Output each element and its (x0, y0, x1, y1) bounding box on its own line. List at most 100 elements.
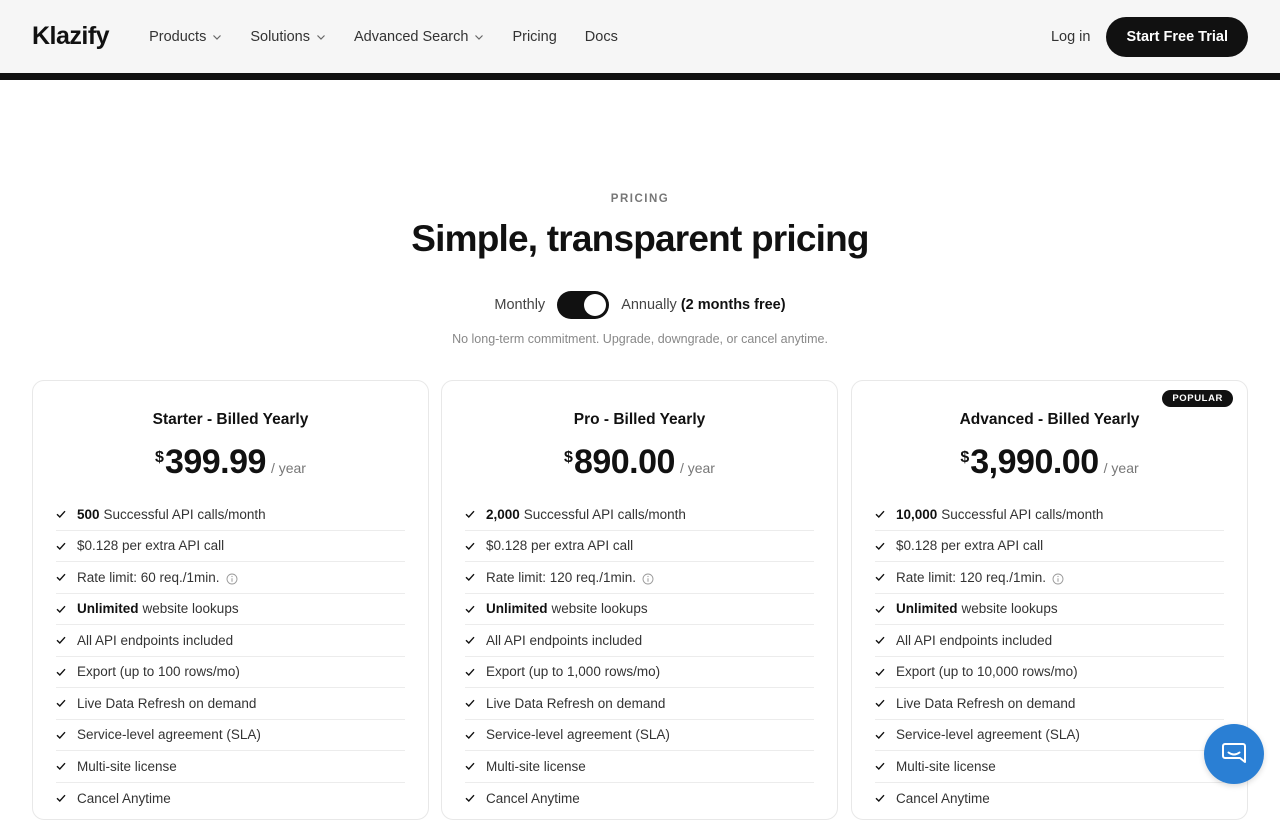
nav-docs[interactable]: Docs (585, 29, 618, 45)
check-icon (56, 542, 66, 550)
feature-item: Service-level agreement (SLA) (56, 720, 405, 751)
pricing-note: No long-term commitment. Upgrade, downgr… (452, 332, 828, 346)
check-icon (465, 794, 475, 803)
feature-text: Export (up to 100 rows/mo) (77, 664, 240, 680)
feature-list: 10,000 Successful API calls/month $0.128 … (875, 499, 1224, 814)
feature-text: Live Data Refresh on demand (77, 695, 257, 711)
feature-item: All API endpoints included (875, 625, 1224, 657)
section-eyebrow: PRICING (610, 193, 670, 205)
check-icon (56, 762, 66, 771)
price-period: / year (1103, 460, 1139, 476)
feature-item: Rate limit: 120 req./1min. (875, 562, 1224, 594)
page-title: Simple, transparent pricing (411, 218, 869, 259)
feature-item: Export (up to 100 rows/mo) (56, 657, 405, 688)
check-icon (465, 605, 475, 613)
nav-label: Solutions (250, 28, 310, 45)
feature-text: Cancel Anytime (896, 790, 990, 806)
price-period: / year (270, 460, 306, 476)
plan-price: $ 890.00 / year (442, 443, 837, 482)
feature-item: $0.128 per extra API call (875, 531, 1224, 562)
feature-text: website lookups (551, 601, 648, 617)
feature-item: Multi-site license (56, 751, 405, 783)
check-icon (56, 699, 66, 708)
feature-item: Live Data Refresh on demand (875, 688, 1224, 720)
monthly-label[interactable]: Monthly (494, 297, 545, 313)
pricing-card: Pro - Billed Yearly $ 890.00 / year 2,00… (441, 380, 838, 820)
feature-text: $0.128 per extra API call (77, 538, 225, 554)
feature-text: Multi-site license (486, 758, 586, 774)
chat-icon (1222, 743, 1246, 763)
feature-text: Successful API calls/month (103, 506, 266, 522)
nav-label: Products (149, 28, 207, 45)
price-amount: 399.99 (164, 443, 267, 481)
feature-item: Export (up to 10,000 rows/mo) (875, 657, 1224, 688)
check-icon (875, 731, 885, 739)
info-icon[interactable] (642, 573, 654, 585)
feature-text: Service-level agreement (SLA) (77, 727, 261, 743)
feature-item: All API endpoints included (465, 625, 814, 657)
feature-item: $0.128 per extra API call (465, 531, 814, 562)
feature-item: 500 Successful API calls/month (56, 499, 405, 531)
header-actions: Log in Start Free Trial (1051, 16, 1248, 57)
info-icon[interactable] (1052, 573, 1064, 585)
plan-price: $ 399.99 / year (33, 443, 428, 482)
check-icon (465, 542, 475, 550)
login-link[interactable]: Log in (1051, 29, 1091, 45)
feature-text: All API endpoints included (77, 632, 234, 648)
check-icon (875, 573, 885, 582)
feature-text: Rate limit: 120 req./1min. (896, 569, 1047, 585)
feature-list: 500 Successful API calls/month $0.128 per… (56, 499, 405, 814)
check-icon (56, 510, 66, 519)
feature-item: Live Data Refresh on demand (465, 688, 814, 720)
check-icon (56, 605, 66, 613)
feature-text: Export (up to 10,000 rows/mo) (896, 664, 1078, 680)
nav-label: Pricing (512, 28, 557, 45)
chevron-down-icon (475, 34, 484, 40)
price-amount: 890.00 (573, 443, 676, 481)
feature-highlight: 2,000 (486, 506, 520, 522)
check-icon (56, 668, 66, 676)
feature-item: Unlimited website lookups (465, 594, 814, 625)
check-icon (875, 636, 885, 645)
check-icon (875, 699, 885, 708)
start-free-trial-button[interactable]: Start Free Trial (1106, 16, 1248, 57)
feature-text: Live Data Refresh on demand (486, 695, 666, 711)
feature-item: 2,000 Successful API calls/month (465, 499, 814, 531)
feature-highlight: 500 (77, 506, 100, 522)
nav-solutions[interactable]: Solutions (250, 29, 326, 45)
annually-bonus: (2 months free) (680, 297, 786, 313)
chevron-down-icon (317, 34, 325, 40)
feature-text: Cancel Anytime (486, 790, 580, 806)
feature-text: Successful API calls/month (941, 506, 1104, 522)
annually-text: Annually (621, 297, 677, 313)
check-icon (465, 573, 475, 582)
check-icon (465, 636, 475, 645)
nav-advanced-search[interactable]: Advanced Search (354, 29, 484, 45)
check-icon (56, 794, 66, 803)
billing-period-toggle[interactable] (557, 291, 610, 319)
nav-label: Advanced Search (353, 28, 469, 45)
nav-products[interactable]: Products (149, 29, 222, 45)
feature-text: $0.128 per extra API call (896, 538, 1044, 554)
plan-price: $ 3,990.00 / year (852, 443, 1247, 482)
feature-item: Export (up to 1,000 rows/mo) (465, 657, 814, 688)
feature-highlight: Unlimited (896, 601, 958, 617)
feature-text: Rate limit: 60 req./1min. (77, 569, 220, 585)
header-divider (0, 73, 1280, 80)
feature-item: Multi-site license (465, 751, 814, 783)
check-icon (465, 731, 475, 739)
feature-text: Successful API calls/month (523, 506, 686, 522)
feature-item: Unlimited website lookups (875, 594, 1224, 625)
logo[interactable]: Klazify (32, 22, 110, 51)
info-icon[interactable] (226, 573, 238, 585)
chat-launcher-button[interactable] (1204, 724, 1264, 784)
feature-highlight: Unlimited (486, 601, 548, 617)
feature-text: Live Data Refresh on demand (896, 695, 1076, 711)
feature-item: Cancel Anytime (465, 783, 814, 815)
price-currency: $ (155, 449, 164, 466)
annually-label[interactable]: Annually (2 months free) (621, 297, 785, 313)
feature-item: Live Data Refresh on demand (56, 688, 405, 720)
nav-pricing[interactable]: Pricing (512, 29, 556, 45)
main-nav: Products Solutions Advanced Search Prici… (149, 29, 618, 45)
feature-text: Export (up to 1,000 rows/mo) (486, 664, 661, 680)
